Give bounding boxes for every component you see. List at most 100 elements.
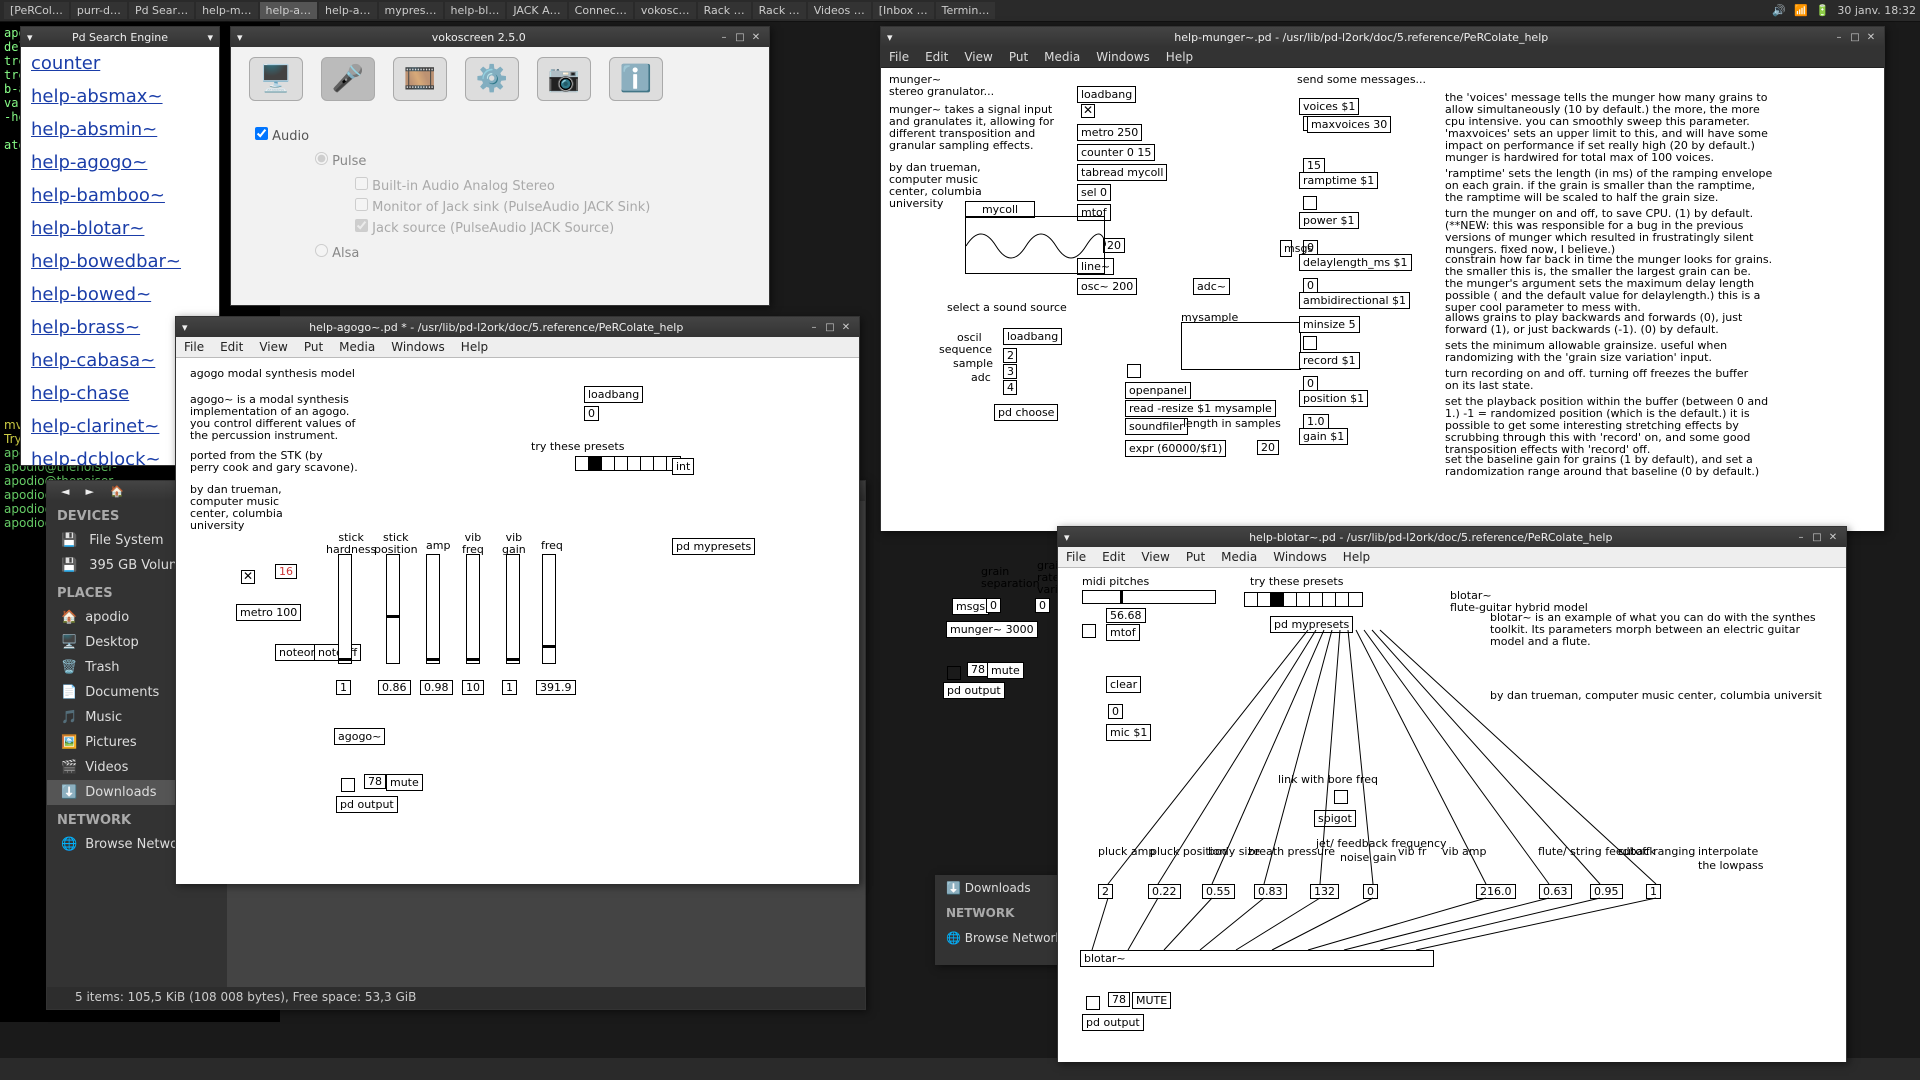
- mtof-object[interactable]: mtof: [1106, 624, 1140, 641]
- number-box[interactable]: 2: [1003, 348, 1017, 363]
- number-box[interactable]: 0: [1108, 704, 1123, 719]
- menu-edit[interactable]: Edit: [917, 47, 956, 67]
- task[interactable]: vokosc…: [635, 2, 696, 19]
- blotar-object[interactable]: blotar~: [1080, 950, 1434, 967]
- number-box[interactable]: 78: [967, 662, 989, 677]
- task[interactable]: Connec…: [569, 2, 633, 19]
- task[interactable]: JACK A…: [507, 2, 566, 19]
- sidebar-place[interactable]: ⬇️ Downloads: [936, 876, 1074, 900]
- menu-help[interactable]: Help: [1335, 547, 1378, 567]
- close-button[interactable]: ✕: [839, 320, 853, 334]
- spigot-object[interactable]: spigot: [1314, 810, 1356, 827]
- task[interactable]: help-a…: [260, 2, 318, 19]
- metro-object[interactable]: metro 250: [1077, 124, 1142, 141]
- menu-view[interactable]: View: [1133, 547, 1177, 567]
- menu-view[interactable]: View: [956, 47, 1000, 67]
- mute-msg[interactable]: mute: [386, 774, 423, 791]
- number-box[interactable]: 1.0: [1303, 414, 1329, 429]
- array-graph[interactable]: [965, 216, 1105, 274]
- device-checkbox[interactable]: [355, 198, 368, 211]
- pd-canvas[interactable]: agogo modal synthesis model agogo~ is a …: [176, 358, 859, 884]
- task[interactable]: Termin…: [936, 2, 996, 19]
- hradio[interactable]: [1244, 592, 1363, 607]
- number-box[interactable]: 0: [986, 598, 1001, 613]
- menu-put[interactable]: Put: [296, 337, 331, 357]
- close-button[interactable]: ✕: [1826, 530, 1840, 544]
- toggle[interactable]: [1334, 790, 1348, 804]
- number-box[interactable]: 1: [336, 680, 351, 695]
- tray-icon[interactable]: 🔋: [1816, 4, 1830, 17]
- mute-msg[interactable]: MUTE: [1132, 992, 1171, 1009]
- number-box[interactable]: 16: [275, 564, 297, 579]
- soundfiler-object[interactable]: soundfiler: [1125, 418, 1188, 435]
- titlebar[interactable]: ▾ Pd Search Engine ▾: [21, 27, 219, 47]
- menu-edit[interactable]: Edit: [1094, 547, 1133, 567]
- number-box[interactable]: 3: [1003, 364, 1017, 379]
- menu-windows[interactable]: Windows: [1088, 47, 1158, 67]
- pd-output[interactable]: pd output: [943, 682, 1005, 699]
- forward-button[interactable]: ►: [77, 485, 101, 498]
- close-button[interactable]: ✕: [1864, 30, 1878, 44]
- vslider[interactable]: [426, 554, 440, 664]
- task[interactable]: Rack …: [698, 2, 751, 19]
- dropdown-icon[interactable]: ▾: [207, 31, 213, 44]
- menu-view[interactable]: View: [251, 337, 295, 357]
- tab-audio[interactable]: 🎤: [321, 57, 375, 101]
- minimize-button[interactable]: –: [1832, 30, 1846, 44]
- maximize-button[interactable]: □: [823, 320, 837, 334]
- task[interactable]: help-a…: [319, 2, 377, 19]
- audio-checkbox[interactable]: [255, 127, 268, 140]
- number-box[interactable]: 0.83: [1254, 884, 1287, 899]
- task[interactable]: Pd Sear…: [129, 2, 194, 19]
- menu-put[interactable]: Put: [1001, 47, 1036, 67]
- task[interactable]: mypres…: [379, 2, 443, 19]
- msgs-object[interactable]: msgs: [952, 598, 989, 615]
- message-box[interactable]: ambidirectional $1: [1299, 292, 1410, 309]
- toggle[interactable]: [241, 570, 255, 584]
- metro-object[interactable]: metro 100: [236, 604, 301, 621]
- task[interactable]: purr-d…: [71, 2, 127, 19]
- close-button[interactable]: ✕: [749, 30, 763, 44]
- device-checkbox[interactable]: [355, 177, 368, 190]
- menu-help[interactable]: Help: [453, 337, 496, 357]
- minimize-button[interactable]: –: [807, 320, 821, 334]
- menu-windows[interactable]: Windows: [383, 337, 453, 357]
- openpanel-object[interactable]: openpanel: [1125, 382, 1191, 399]
- adc-object[interactable]: adc~: [1193, 278, 1230, 295]
- titlebar[interactable]: ▾ help-blotar~.pd - /usr/lib/pd-l2ork/do…: [1058, 527, 1846, 547]
- pulse-radio[interactable]: [315, 152, 328, 165]
- subpatch[interactable]: pd mypresets: [1270, 616, 1353, 633]
- agogo-object[interactable]: agogo~: [334, 728, 385, 745]
- toggle[interactable]: [1127, 364, 1141, 378]
- number-box[interactable]: 0.22: [1148, 884, 1181, 899]
- task[interactable]: Rack …: [753, 2, 806, 19]
- number-box[interactable]: 78: [1108, 992, 1130, 1007]
- pd-canvas[interactable]: munger~ stereo granulator... munger~ tak…: [881, 68, 1884, 531]
- mute-msg[interactable]: mute: [987, 662, 1024, 679]
- message-box[interactable]: ramptime $1: [1299, 172, 1378, 189]
- number-box[interactable]: 0: [1363, 884, 1378, 899]
- toggle[interactable]: [1086, 996, 1100, 1010]
- hradio[interactable]: [575, 456, 681, 471]
- number-box[interactable]: 0: [584, 406, 599, 421]
- message-box[interactable]: record $1: [1299, 352, 1360, 369]
- number-box[interactable]: 0.55: [1202, 884, 1235, 899]
- task[interactable]: help-bl…: [445, 2, 506, 19]
- toggle[interactable]: [1082, 624, 1096, 638]
- tabread-object[interactable]: tabread mycoll: [1077, 164, 1167, 181]
- number-box[interactable]: 20: [1103, 238, 1125, 253]
- number-box[interactable]: 0.63: [1539, 884, 1572, 899]
- titlebar[interactable]: ▾ help-agogo~.pd * - /usr/lib/pd-l2ork/d…: [176, 317, 859, 337]
- result-item[interactable]: help-absmin~: [21, 113, 219, 146]
- loadbang-object[interactable]: loadbang: [584, 386, 643, 403]
- menu-windows[interactable]: Windows: [1265, 547, 1335, 567]
- mysample-array[interactable]: [1181, 322, 1301, 370]
- number-box[interactable]: 78: [364, 774, 386, 789]
- number-box[interactable]: 56.68: [1106, 608, 1146, 623]
- sel-object[interactable]: sel 0: [1077, 184, 1111, 201]
- pd-canvas[interactable]: midi pitches 56.68 mtof try these preset…: [1058, 568, 1846, 1062]
- tab-camera[interactable]: 📷: [537, 57, 591, 101]
- vslider[interactable]: [338, 554, 352, 664]
- number-box[interactable]: 0.95: [1590, 884, 1623, 899]
- menu-put[interactable]: Put: [1178, 547, 1213, 567]
